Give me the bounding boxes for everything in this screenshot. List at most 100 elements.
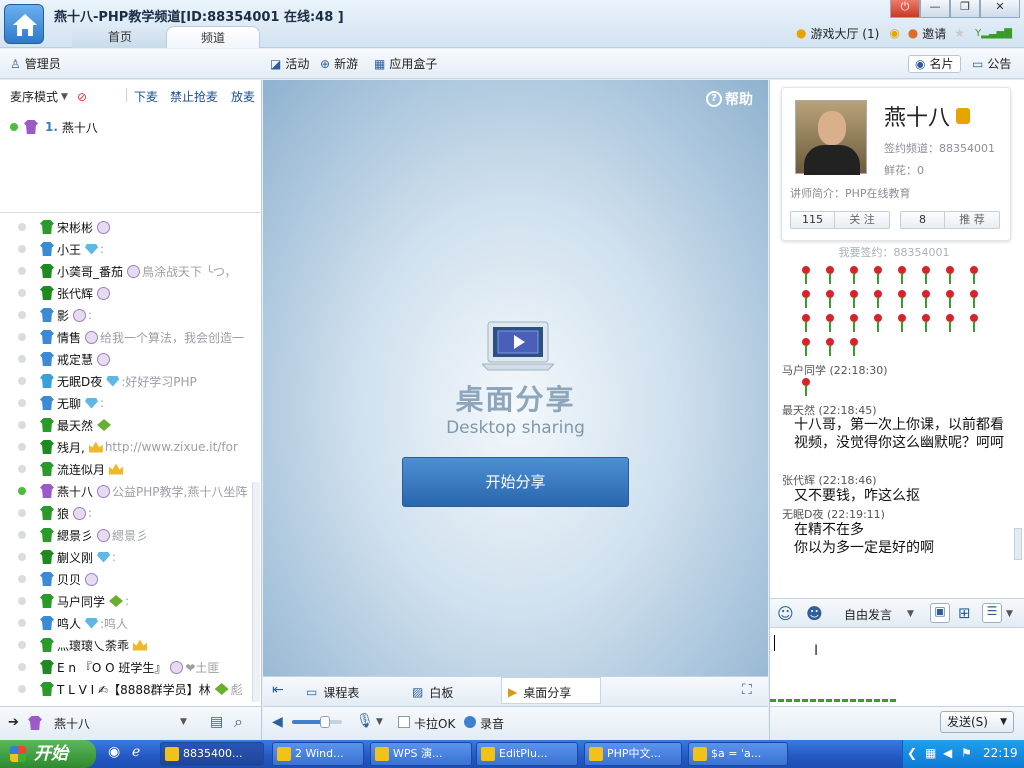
user-list-item[interactable]: 无聊: [0, 392, 252, 414]
user-list-scrollbar[interactable] [252, 482, 260, 702]
bubble-icon[interactable]: ☰ [982, 603, 1002, 623]
maximize-button[interactable]: ❐ [950, 0, 980, 18]
diamond-icon [85, 397, 99, 409]
game-lobby-link[interactable]: 游戏大厅 (1) [810, 25, 879, 42]
taskbar-item[interactable]: 2 Wind... [272, 742, 364, 766]
arrow-left-icon[interactable]: ❮ [907, 746, 917, 760]
status-dot [10, 123, 18, 131]
search-icon[interactable]: ⌕ [234, 712, 243, 732]
fullscreen-icon[interactable]: ⛶ [742, 682, 752, 698]
chat-scrollbar[interactable] [1014, 528, 1022, 560]
user-list-item[interactable]: 小王: [0, 238, 252, 260]
send-button[interactable]: 发送(S) ▼ [940, 711, 1014, 733]
user-list-item[interactable]: 燕十八 公益PHP教学,燕十八坐阵 [0, 480, 252, 502]
card-button[interactable]: ◉ 名片 [908, 55, 961, 73]
mic-icon[interactable]: 🎙 [356, 713, 374, 729]
tv-icon[interactable]: ▣ [930, 603, 950, 623]
close-button[interactable]: ✕ [980, 0, 1020, 18]
speaker-icon[interactable]: ◀ [272, 714, 283, 730]
star-icon[interactable]: ★ [954, 26, 965, 40]
user-signature: : [88, 308, 93, 322]
user-list-item[interactable]: 情售 给我一个算法，我会创造一 [0, 326, 252, 348]
minimize-button[interactable]: — [920, 0, 950, 18]
down-mic-button[interactable]: 下麦 [134, 88, 158, 105]
user-list-item[interactable]: 马户同学: [0, 590, 252, 612]
notice-icon: ▭ [972, 57, 984, 71]
taskbar-item[interactable]: WPS 演... [370, 742, 472, 766]
status-dot [18, 531, 26, 539]
user-signature: : [88, 506, 93, 520]
chevron-down-icon[interactable]: ▼ [180, 717, 187, 727]
ime-icon[interactable]: ⚑ [961, 746, 972, 760]
home-icon[interactable] [4, 4, 44, 44]
power-button[interactable]: ⏻ [890, 0, 920, 18]
coin-icon[interactable]: ◉ [889, 26, 899, 40]
list-icon[interactable]: ▤ [210, 714, 223, 730]
user-list-item[interactable]: 最天然 [0, 414, 252, 436]
face-icon[interactable]: ☻ [806, 604, 823, 623]
taskbar-item[interactable]: PHP中文... [584, 742, 682, 766]
rose-icon [801, 378, 811, 396]
admin-button[interactable]: ♙ 管理员 [10, 55, 61, 73]
network-icon[interactable]: ▦ [925, 746, 936, 760]
taskbar-item[interactable]: EditPlu... [476, 742, 578, 766]
follow-button[interactable]: 115 关 注 [790, 211, 890, 229]
volume-icon[interactable]: ◀ [943, 746, 952, 760]
notice-button[interactable]: ▭ 公告 [972, 55, 1011, 73]
tab-schedule[interactable]: ▭ 课程表 [306, 683, 359, 701]
user-list-item[interactable]: 流连似月 [0, 458, 252, 480]
user-list-item[interactable]: 贝贝 [0, 568, 252, 590]
mic-mode-select[interactable]: 麦序模式 ▼ ⊘ [10, 88, 87, 105]
user-list-item[interactable]: 狼: [0, 502, 252, 524]
user-list-item[interactable]: 小䶮哥_番茄 鳥涂战天下 ╰つ， [0, 260, 252, 282]
user-list-item[interactable]: 緦景彡 緦景彡 [0, 524, 252, 546]
tab-desktop-share[interactable]: ▶ 桌面分享 [508, 683, 571, 701]
chevron-down-icon[interactable]: ▼ [1006, 609, 1013, 619]
tab-whiteboard[interactable]: ▨ 白板 [412, 683, 453, 701]
user-list-item[interactable]: 宋彬彬 [0, 216, 252, 238]
emoji-icon[interactable]: ☺ [777, 604, 794, 623]
toolbox-icon[interactable]: ⊞ [958, 604, 971, 622]
help-button[interactable]: ? 帮助 [706, 89, 753, 109]
karaoke-checkbox[interactable] [398, 716, 410, 728]
user-list-item[interactable]: 无眠D夜:好好学习PHP [0, 370, 252, 392]
shirt-icon [40, 638, 54, 652]
user-list-item[interactable]: 残月, http://www.zixue.it/for [0, 436, 252, 458]
user-name: 緦景彡 [57, 528, 94, 543]
collapse-icon[interactable]: ⇤ [272, 682, 284, 698]
tab-channel[interactable]: 频道 [166, 26, 260, 48]
tab-home[interactable]: 首页 [72, 26, 168, 48]
user-list-item[interactable]: E n 『O O 班学生』 ❤土匪 [0, 656, 252, 678]
chrome-icon[interactable]: ◉ [108, 744, 120, 760]
start-share-button[interactable]: 开始分享 [402, 457, 629, 507]
user-list-item[interactable]: 灬瓌瓌乀荼乖 [0, 634, 252, 656]
speech-mode-select[interactable]: 自由发言 [844, 606, 892, 623]
invite-link[interactable]: 邀请 [922, 25, 946, 42]
ie-icon[interactable]: ℯ [132, 744, 140, 760]
release-mic-button[interactable]: 放麦 [231, 88, 255, 105]
taskbar-item[interactable]: 8835400... [160, 742, 264, 766]
user-list-item[interactable]: 影: [0, 304, 252, 326]
new-game-button[interactable]: ⊕ 新游 [320, 55, 358, 73]
chevron-down-icon[interactable]: ▼ [1000, 712, 1007, 732]
chat-input[interactable]: Ⅰ [770, 629, 1024, 699]
taskbar-item[interactable]: $a = 'a... [688, 742, 788, 766]
recommend-button[interactable]: 8推 荐 [900, 211, 1000, 229]
start-button[interactable]: 开始 [0, 740, 96, 768]
status-dot [18, 663, 26, 671]
volume-slider[interactable] [292, 716, 342, 728]
record-icon[interactable] [464, 716, 476, 728]
rose-icon [801, 314, 811, 332]
mic-queue-item[interactable]: 1. 燕十八 [0, 116, 252, 138]
chevron-down-icon[interactable]: ▼ [907, 609, 914, 619]
activity-button[interactable]: ◪ 活动 [270, 55, 309, 73]
user-list-item[interactable]: 戒定慧 [0, 348, 252, 370]
chevron-down-icon[interactable]: ▼ [376, 717, 383, 727]
no-mic-icon[interactable]: ⊘ [77, 90, 87, 104]
user-list-item[interactable]: 鸣人:鸣人 [0, 612, 252, 634]
user-list-item[interactable]: 张代辉 [0, 282, 252, 304]
app-box-button[interactable]: ▦ 应用盒子 [374, 55, 437, 73]
no-grab-mic-button[interactable]: 禁止抢麦 [170, 88, 218, 105]
user-list-item[interactable]: 蒯义刚: [0, 546, 252, 568]
user-list-item[interactable]: T L V I ✍【8888群学员】林 彪 [0, 678, 252, 700]
